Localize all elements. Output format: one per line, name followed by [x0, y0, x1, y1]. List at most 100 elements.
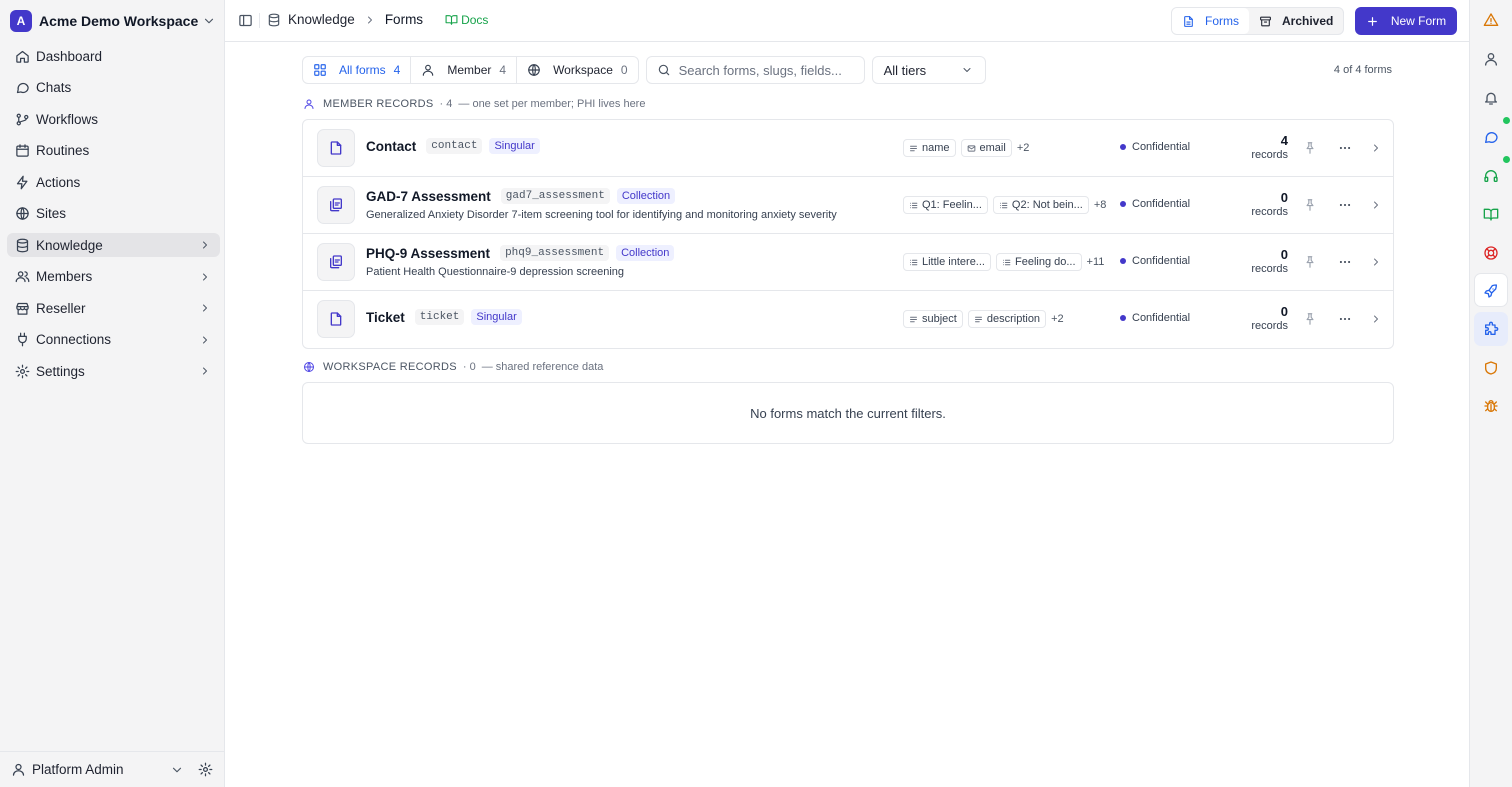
- tier-badge: Confidential: [1120, 312, 1190, 324]
- scope-tabs: All forms 4 Member 4 Workspace 0: [302, 56, 639, 84]
- chevron-down-icon: [963, 68, 971, 72]
- tab-forms[interactable]: Forms: [1172, 8, 1249, 34]
- record-count-value: 4: [1280, 133, 1288, 148]
- support-icon[interactable]: [1483, 168, 1499, 184]
- sidebar-item-knowledge[interactable]: Knowledge: [7, 233, 220, 257]
- workspace-switcher[interactable]: A Acme Demo Workspace: [10, 8, 216, 34]
- sidebar-item-label: Knowledge: [36, 237, 103, 253]
- chevron-right-icon[interactable]: [1370, 142, 1382, 154]
- tier-label: Confidential: [1132, 198, 1191, 210]
- calendar-icon: [16, 144, 29, 157]
- tier-badge: Confidential: [1120, 255, 1190, 267]
- docs-rail-icon[interactable]: [1483, 206, 1499, 222]
- chevron-right-icon[interactable]: [1370, 199, 1382, 211]
- help-icon[interactable]: [1483, 245, 1499, 261]
- filter-tab-label: Member: [447, 63, 492, 77]
- sidebar-item-connections[interactable]: Connections: [7, 328, 220, 352]
- record-count-label: records: [1251, 263, 1288, 275]
- more-options-icon[interactable]: [1338, 255, 1352, 269]
- form-row-gad7[interactable]: GAD-7 Assessment gad7_assessment Collect…: [303, 177, 1393, 234]
- field-chip-label: Little intere...: [922, 256, 985, 268]
- tier-label: Confidential: [1132, 255, 1191, 267]
- field-chips: subject description +2: [903, 310, 1064, 328]
- user-menu[interactable]: Platform Admin: [0, 751, 224, 787]
- form-slug: phq9_assessment: [500, 245, 610, 261]
- tier-select[interactable]: All tiers: [871, 56, 986, 84]
- profile-icon[interactable]: [1483, 51, 1499, 67]
- sidebar-item-label: Chats: [36, 80, 72, 95]
- form-slug: contact: [426, 138, 483, 154]
- field-chip: Little intere...: [903, 253, 991, 271]
- sidebar-item-label: Members: [36, 269, 93, 284]
- results-count: 4 of 4 forms: [1333, 64, 1392, 76]
- form-icon: [317, 243, 355, 281]
- breadcrumb: Knowledge Forms Docs: [267, 12, 488, 27]
- bell-icon: [1485, 92, 1497, 105]
- sidebar-item-workflows[interactable]: Workflows: [7, 107, 220, 131]
- chevron-right-icon: [203, 273, 207, 280]
- form-slug: ticket: [414, 309, 465, 325]
- shield-icon: [1485, 361, 1497, 375]
- pin-icon[interactable]: [1303, 312, 1317, 326]
- text-icon: [974, 316, 982, 322]
- form-row-phq9[interactable]: PHQ-9 Assessment phq9_assessment Collect…: [303, 234, 1393, 291]
- sidebar-item-actions[interactable]: Actions: [7, 170, 220, 194]
- alert-icon[interactable]: [1483, 12, 1499, 28]
- form-row-ticket[interactable]: Ticket ticket Singular subject descripti…: [303, 291, 1393, 348]
- section-title: WORKSPACE RECORDS: [323, 361, 457, 373]
- form-title: Contact contact Singular: [366, 138, 540, 154]
- sidebar-item-dashboard[interactable]: Dashboard: [7, 44, 220, 68]
- tab-archived[interactable]: Archived: [1249, 8, 1343, 34]
- search-input[interactable]: [678, 62, 859, 78]
- tier-dot: [1120, 315, 1126, 321]
- messages-icon[interactable]: [1483, 129, 1499, 145]
- pin-icon[interactable]: [1303, 255, 1317, 269]
- sidebar-item-reseller[interactable]: Reseller: [7, 296, 220, 320]
- docs-link[interactable]: Docs: [445, 13, 488, 27]
- sidebar-item-chats[interactable]: Chats: [7, 76, 220, 100]
- sidebar-toggle-icon[interactable]: [238, 13, 253, 28]
- more-options-icon[interactable]: [1338, 312, 1352, 326]
- sidebar-item-label: Dashboard: [36, 48, 103, 64]
- breadcrumb-knowledge[interactable]: Knowledge: [288, 12, 355, 27]
- security-icon[interactable]: [1483, 360, 1499, 376]
- sidebar-item-sites[interactable]: Sites: [7, 202, 220, 226]
- rocket-icon-wrap: [1483, 283, 1499, 299]
- chevron-right-icon[interactable]: [1370, 256, 1382, 268]
- chevron-right-icon[interactable]: [1370, 313, 1382, 325]
- tier-dot: [1120, 201, 1126, 207]
- sidebar-item-members[interactable]: Members: [7, 265, 220, 289]
- field-chip: description: [967, 310, 1047, 328]
- database-icon: [16, 238, 29, 252]
- pin-icon[interactable]: [1303, 198, 1317, 212]
- field-chips: Q1: Feelin... Q2: Not bein... +8: [903, 196, 1106, 214]
- filter-tab-workspace[interactable]: Workspace 0: [517, 57, 638, 83]
- debug-icon[interactable]: [1483, 398, 1499, 414]
- chevron-right-icon: [203, 304, 207, 312]
- tier-label: Confidential: [1132, 141, 1191, 153]
- filter-tab-member[interactable]: Member 4: [411, 57, 518, 83]
- sidebar-item-routines[interactable]: Routines: [7, 139, 220, 163]
- filter-tab-all[interactable]: All forms 4: [303, 57, 412, 83]
- field-chips: Little intere... Feeling do... +11: [903, 253, 1104, 271]
- more-fields-count: +2: [1051, 313, 1064, 325]
- user-icon: [304, 99, 314, 109]
- pin-icon[interactable]: [1303, 141, 1317, 155]
- settings-gear-icon[interactable]: [198, 762, 213, 777]
- more-fields-count: +8: [1093, 199, 1107, 211]
- field-chip: name: [903, 139, 956, 157]
- form-slug: gad7_assessment: [500, 188, 610, 204]
- archive-icon: [1260, 16, 1271, 26]
- bug-icon: [1484, 400, 1498, 412]
- chevron-down-icon[interactable]: [170, 763, 184, 777]
- tier-dot: [1120, 258, 1126, 264]
- sidebar-item-settings[interactable]: Settings: [7, 359, 220, 383]
- chevron-right-icon: [203, 241, 207, 249]
- notifications-icon[interactable]: [1483, 90, 1499, 106]
- new-form-button[interactable]: New Form: [1355, 7, 1457, 35]
- more-options-icon[interactable]: [1338, 198, 1352, 212]
- right-rail: [1470, 0, 1512, 787]
- list-icon: [1003, 259, 1011, 265]
- more-options-icon[interactable]: [1338, 141, 1352, 155]
- form-row-contact[interactable]: Contact contact Singular name email +2 C…: [303, 120, 1393, 177]
